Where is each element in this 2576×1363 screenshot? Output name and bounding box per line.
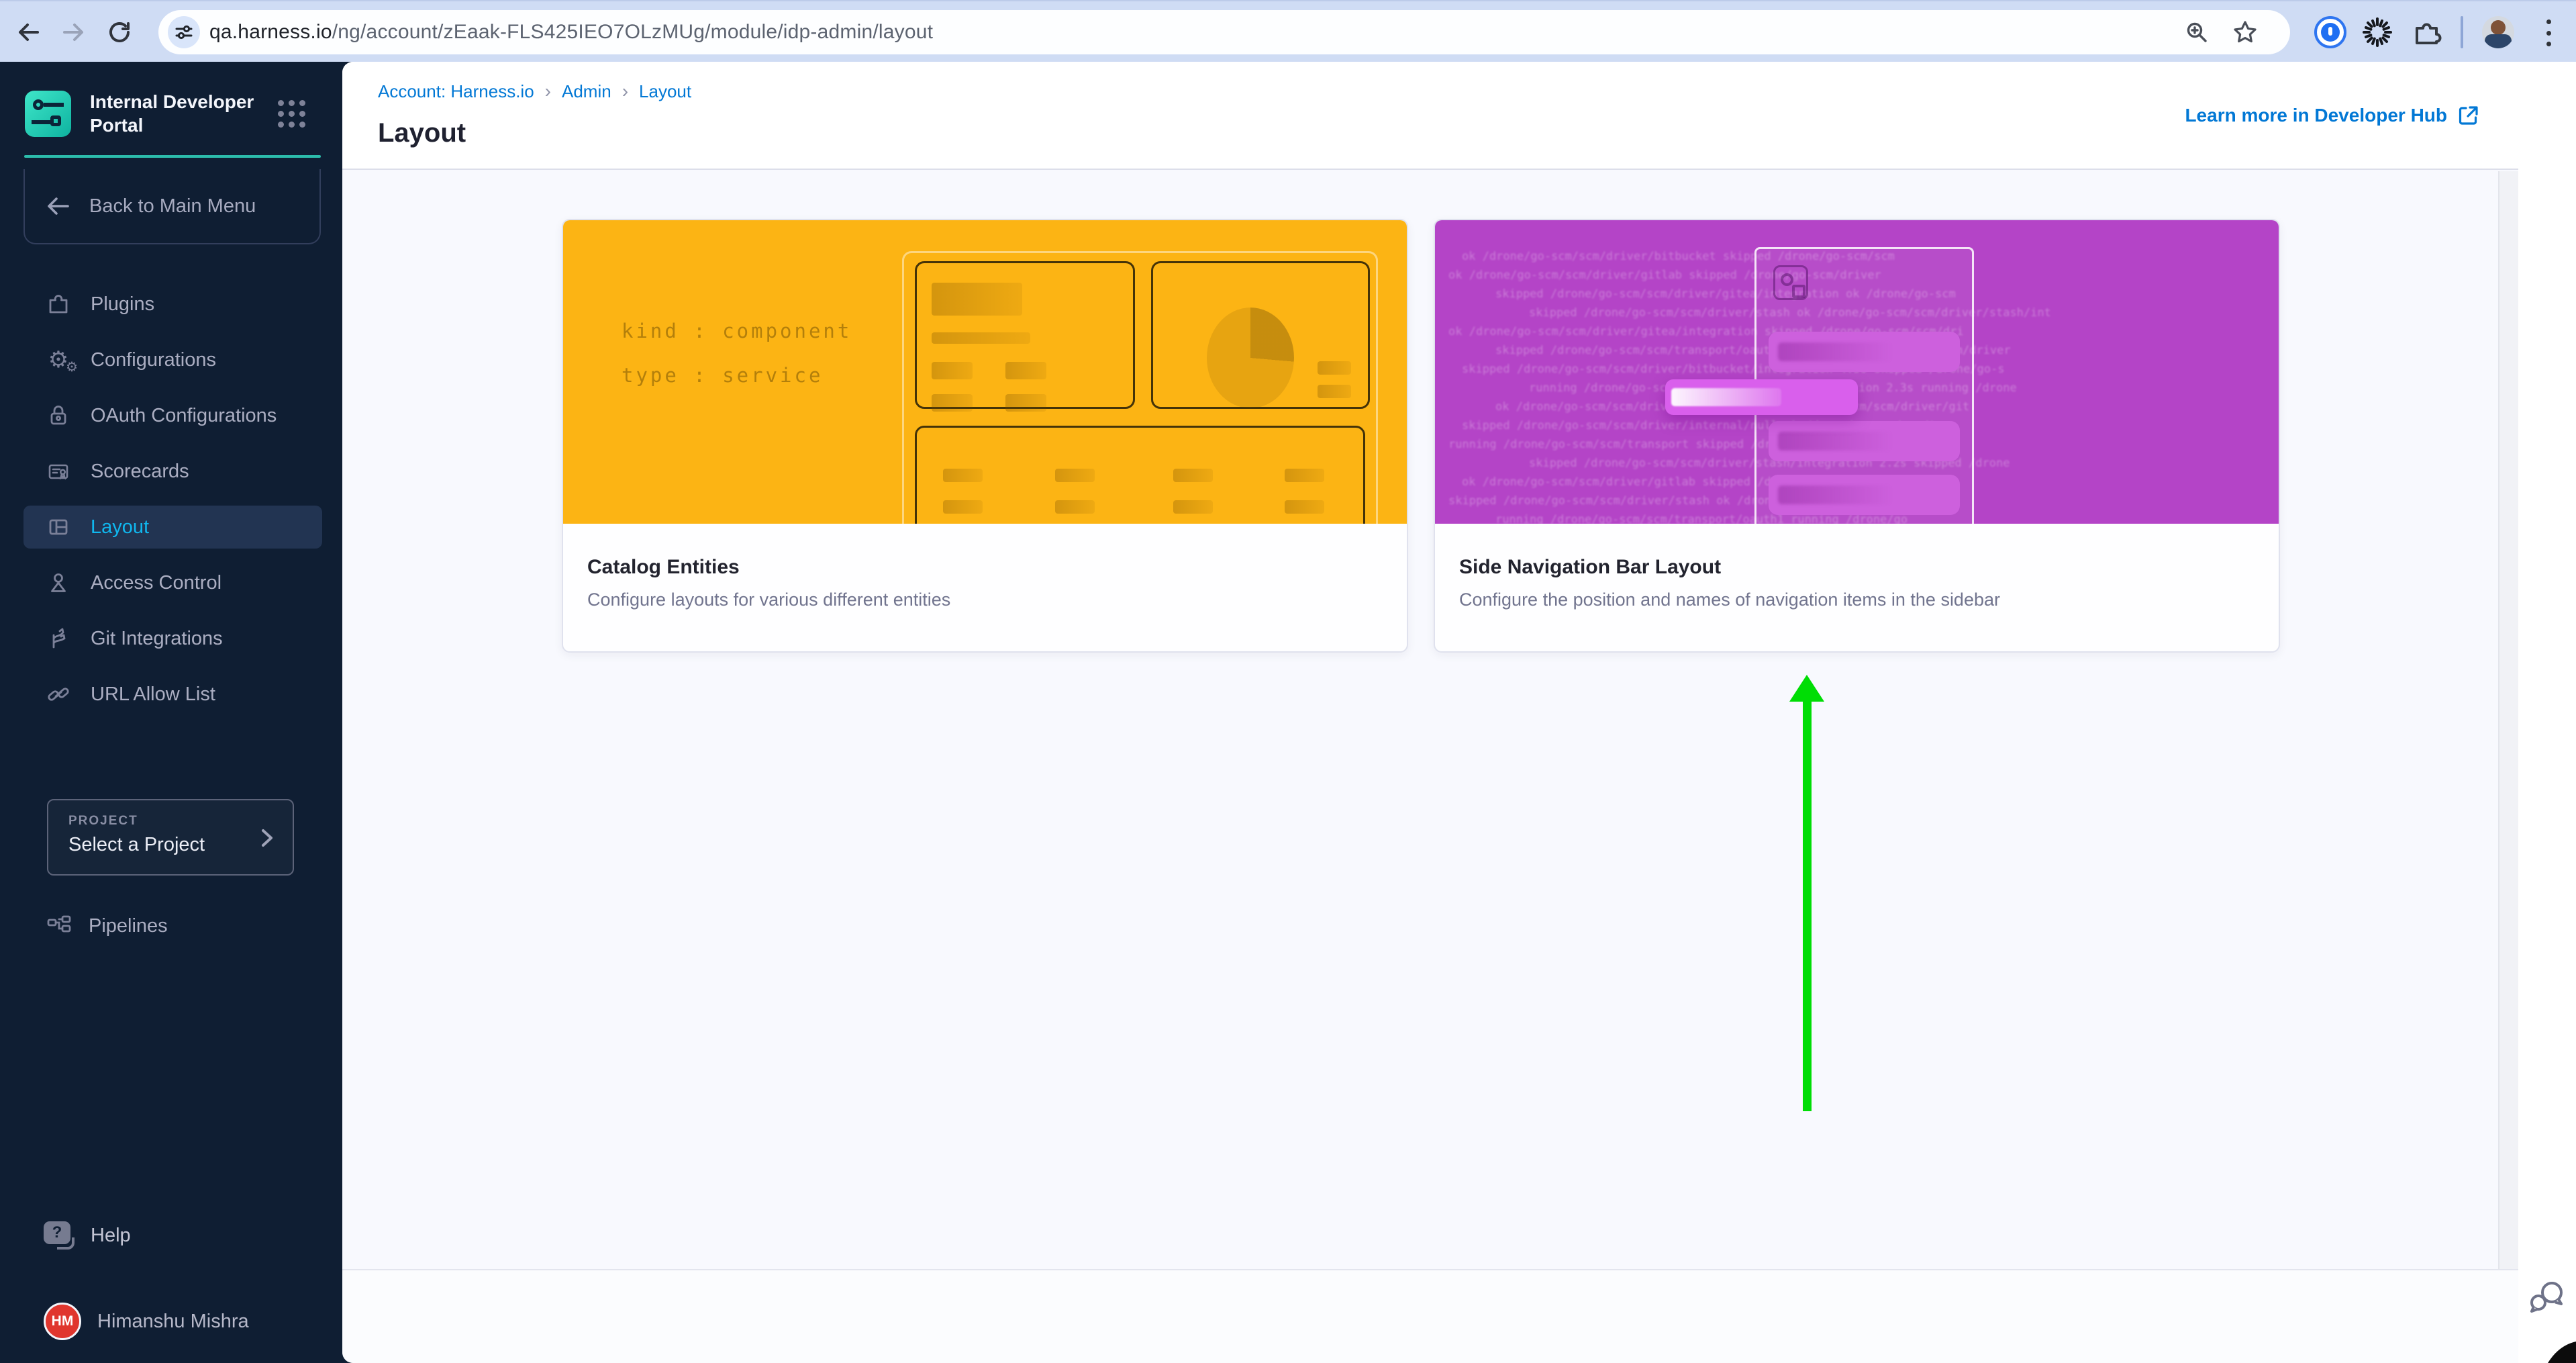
sidebar-item-access-control[interactable]: Access Control xyxy=(23,561,322,604)
browser-back-icon[interactable] xyxy=(13,17,43,47)
project-value: Select a Project xyxy=(68,834,205,856)
person-icon xyxy=(46,570,71,596)
main-panel: Account: Harness.io › Admin › Layout Lay… xyxy=(342,62,2518,1363)
mock-sidebar-logo xyxy=(1773,265,1808,300)
chevron-right-icon xyxy=(254,825,279,851)
mock-about-card xyxy=(915,261,1135,409)
browser-refresh-icon[interactable] xyxy=(105,17,134,47)
git-branch-icon xyxy=(46,626,71,651)
breadcrumb-account[interactable]: Account: Harness.io xyxy=(378,81,534,102)
puzzle-icon xyxy=(46,291,71,317)
annotation-arrow-head xyxy=(1789,675,1824,702)
sidebar-item-layout[interactable]: Layout xyxy=(23,506,322,549)
project-label: PROJECT xyxy=(68,814,138,829)
mock-nav-item xyxy=(1769,332,1960,372)
page-footer xyxy=(342,1269,2518,1363)
link-icon xyxy=(46,682,71,707)
sidebar-item-git-integrations[interactable]: Git Integrations xyxy=(23,617,322,660)
idp-logo-icon[interactable] xyxy=(25,91,71,137)
sidebar: Internal Developer Portal Back to Main M… xyxy=(0,62,342,1363)
sidebar-menu: Plugins ⚙ Configurations OAuth Configura… xyxy=(23,283,322,716)
card-title: Side Navigation Bar Layout xyxy=(1459,556,2255,579)
starburst-extension-icon[interactable] xyxy=(2361,16,2393,52)
breadcrumb-admin[interactable]: Admin xyxy=(562,81,611,102)
page-header: Account: Harness.io › Admin › Layout Lay… xyxy=(342,62,2518,170)
catalog-entities-card[interactable]: kind : component type : service xyxy=(562,219,1408,653)
password-manager-extension-icon[interactable] xyxy=(2314,16,2346,48)
toolbar-separator xyxy=(2461,16,2463,48)
pipelines-icon xyxy=(46,912,72,939)
teal-divider xyxy=(24,155,321,158)
catalog-entities-illustration: kind : component type : service xyxy=(563,220,1407,524)
sidebar-item-pipelines[interactable]: Pipelines xyxy=(23,904,322,947)
url-text[interactable]: qa.harness.io/ng/account/zEaak-FLS425IEO… xyxy=(209,10,933,54)
url-bar[interactable]: qa.harness.io/ng/account/zEaak-FLS425IEO… xyxy=(158,10,2290,54)
card-subtitle: Configure layouts for various different … xyxy=(587,590,1383,610)
mouse-cursor xyxy=(2538,1340,2576,1363)
help-chat-icon xyxy=(44,1221,75,1250)
scorecard-icon xyxy=(46,459,71,484)
sidebar-user[interactable]: HM Himanshu Mishra xyxy=(23,1300,322,1343)
card-title: Catalog Entities xyxy=(587,556,1383,579)
sidebar-item-oauth-configurations[interactable]: OAuth Configurations xyxy=(23,394,322,437)
gears-icon: ⚙ xyxy=(46,347,71,373)
external-link-icon xyxy=(2457,103,2481,128)
back-to-main-menu[interactable]: Back to Main Menu xyxy=(23,169,321,244)
mock-dragged-nav-item xyxy=(1665,379,1858,415)
yaml-type-text: type : service xyxy=(622,364,823,387)
page-title: Layout xyxy=(378,118,466,148)
user-avatar: HM xyxy=(44,1303,81,1340)
right-gutter xyxy=(2518,62,2576,1363)
card-subtitle: Configure the position and names of navi… xyxy=(1459,590,2255,610)
yaml-kind-text: kind : component xyxy=(622,320,852,342)
chat-support-icon[interactable] xyxy=(2526,1278,2568,1316)
side-nav-illustration: ok /drone/go-scm/scm/driver/bitbucket sk… xyxy=(1435,220,2279,524)
sidebar-item-configurations[interactable]: ⚙ Configurations xyxy=(23,338,322,381)
bookmark-star-icon[interactable] xyxy=(2232,19,2258,45)
sidebar-help[interactable]: Help xyxy=(23,1214,322,1257)
learn-more-link[interactable]: Learn more in Developer Hub xyxy=(2185,103,2481,128)
back-arrow-icon xyxy=(44,192,72,220)
scrollbar-track[interactable] xyxy=(2498,171,2518,1269)
sidebar-item-url-allow-list[interactable]: URL Allow List xyxy=(23,673,322,716)
browser-forward-icon[interactable] xyxy=(59,17,89,47)
breadcrumb: Account: Harness.io › Admin › Layout xyxy=(378,81,691,102)
screen: qa.harness.io/ng/account/zEaak-FLS425IEO… xyxy=(0,0,2576,1363)
side-nav-layout-card[interactable]: ok /drone/go-scm/scm/driver/bitbucket sk… xyxy=(1434,219,2280,653)
site-settings-icon[interactable] xyxy=(168,16,200,48)
user-name: Himanshu Mishra xyxy=(97,1311,249,1333)
module-grid-icon[interactable] xyxy=(278,100,306,128)
back-label: Back to Main Menu xyxy=(89,195,256,218)
mock-pie-chart xyxy=(1207,308,1294,408)
page-body: kind : component type : service xyxy=(342,171,2518,1269)
mock-nav-item xyxy=(1769,421,1960,461)
lock-icon xyxy=(46,403,71,428)
annotation-arrow-shaft xyxy=(1803,700,1812,1111)
url-path: /ng/account/zEaak-FLS425IEO7OLzMUg/modul… xyxy=(332,21,933,44)
mock-nav-item xyxy=(1769,475,1960,515)
sidebar-item-scorecards[interactable]: Scorecards xyxy=(23,450,322,493)
breadcrumb-layout[interactable]: Layout xyxy=(639,81,691,102)
browser-toolbar: qa.harness.io/ng/account/zEaak-FLS425IEO… xyxy=(0,0,2576,62)
mock-chart-card xyxy=(1151,261,1370,409)
project-selector[interactable]: PROJECT Select a Project xyxy=(47,799,294,876)
url-domain: qa.harness.io xyxy=(209,21,332,44)
browser-menu-icon[interactable] xyxy=(2542,18,2555,48)
layout-icon xyxy=(46,514,71,540)
sidebar-item-plugins[interactable]: Plugins xyxy=(23,283,322,326)
browser-profile-avatar[interactable] xyxy=(2482,16,2514,48)
breadcrumb-separator: › xyxy=(622,81,628,102)
extensions-puzzle-icon[interactable] xyxy=(2411,16,2443,52)
mock-table-card xyxy=(915,426,1365,524)
sidebar-app-title: Internal Developer Portal xyxy=(90,90,254,137)
zoom-icon[interactable] xyxy=(2184,19,2210,45)
breadcrumb-separator: › xyxy=(545,81,551,102)
